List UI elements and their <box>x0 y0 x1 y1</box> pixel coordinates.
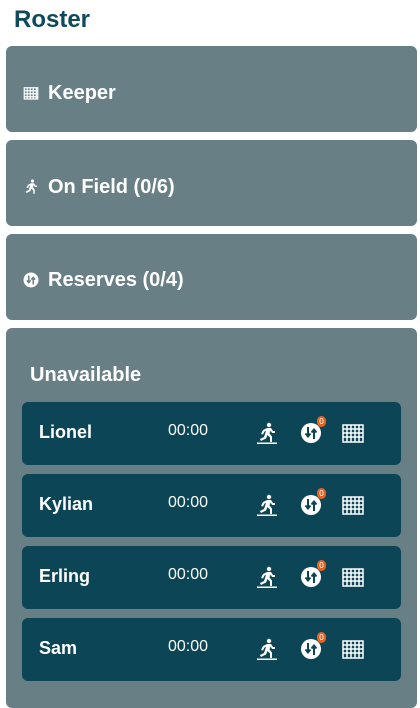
player-row[interactable]: Erling 00:00 0 <box>22 546 401 609</box>
running-player-icon <box>22 178 40 196</box>
player-row[interactable]: Sam 00:00 0 <box>22 618 401 681</box>
goal-net-icon <box>342 424 364 443</box>
player-name: Kylian <box>39 494 94 514</box>
player-name: Lionel <box>39 422 92 442</box>
move-to-keeper-button[interactable] <box>338 418 368 448</box>
player-time: 00:00 <box>168 566 209 583</box>
goal-net-icon <box>342 496 364 515</box>
move-to-keeper-button[interactable] <box>338 490 368 520</box>
player-row[interactable]: Kylian 00:00 0 <box>22 474 401 537</box>
player-name: Sam <box>39 638 78 658</box>
player-row[interactable]: Lionel 00:00 0 <box>22 402 401 465</box>
section-unavailable[interactable]: Unavailable Lionel 00:00 0 Kylian 00:00 … <box>6 328 417 708</box>
move-to-field-button[interactable] <box>252 634 282 664</box>
running-player-icon <box>257 638 277 660</box>
section-keeper-header[interactable]: Keeper <box>22 81 116 105</box>
substitution-count-badge: 0 <box>317 632 326 643</box>
section-reserves-label: Reserves (0/4) <box>48 268 184 291</box>
section-reserves-header[interactable]: Reserves (0/4) <box>22 268 184 292</box>
player-name: Erling <box>39 566 91 586</box>
section-unavailable-header[interactable]: Unavailable <box>30 363 141 387</box>
section-on-field-header[interactable]: On Field (0/6) <box>22 175 175 199</box>
move-to-field-button[interactable] <box>252 418 282 448</box>
goal-net-icon <box>22 84 40 102</box>
section-keeper-label: Keeper <box>48 81 116 104</box>
substitution-button[interactable]: 0 <box>296 560 326 592</box>
move-to-field-button[interactable] <box>252 562 282 592</box>
substitution-count-badge: 0 <box>317 560 326 571</box>
section-keeper[interactable]: Keeper <box>6 46 417 132</box>
substitution-count-badge: 0 <box>317 488 326 499</box>
substitution-button[interactable]: 0 <box>296 416 326 448</box>
running-player-icon <box>257 422 277 444</box>
move-to-keeper-button[interactable] <box>338 562 368 592</box>
section-unavailable-label: Unavailable <box>30 363 142 386</box>
goal-net-icon <box>342 568 364 587</box>
goal-net-icon <box>342 640 364 659</box>
move-to-field-button[interactable] <box>252 490 282 520</box>
move-to-keeper-button[interactable] <box>338 634 368 664</box>
page-title: Roster <box>14 6 91 33</box>
player-time: 00:00 <box>168 494 209 511</box>
section-on-field-label: On Field (0/6) <box>48 175 175 198</box>
substitution-icon <box>22 271 40 289</box>
player-time: 00:00 <box>168 422 209 439</box>
section-on-field[interactable]: On Field (0/6) <box>6 140 417 226</box>
substitution-count-badge: 0 <box>317 416 326 427</box>
running-player-icon <box>257 566 277 588</box>
substitution-button[interactable]: 0 <box>296 632 326 664</box>
section-reserves[interactable]: Reserves (0/4) <box>6 234 417 320</box>
running-player-icon <box>257 494 277 516</box>
player-time: 00:00 <box>168 638 209 655</box>
substitution-button[interactable]: 0 <box>296 488 326 520</box>
